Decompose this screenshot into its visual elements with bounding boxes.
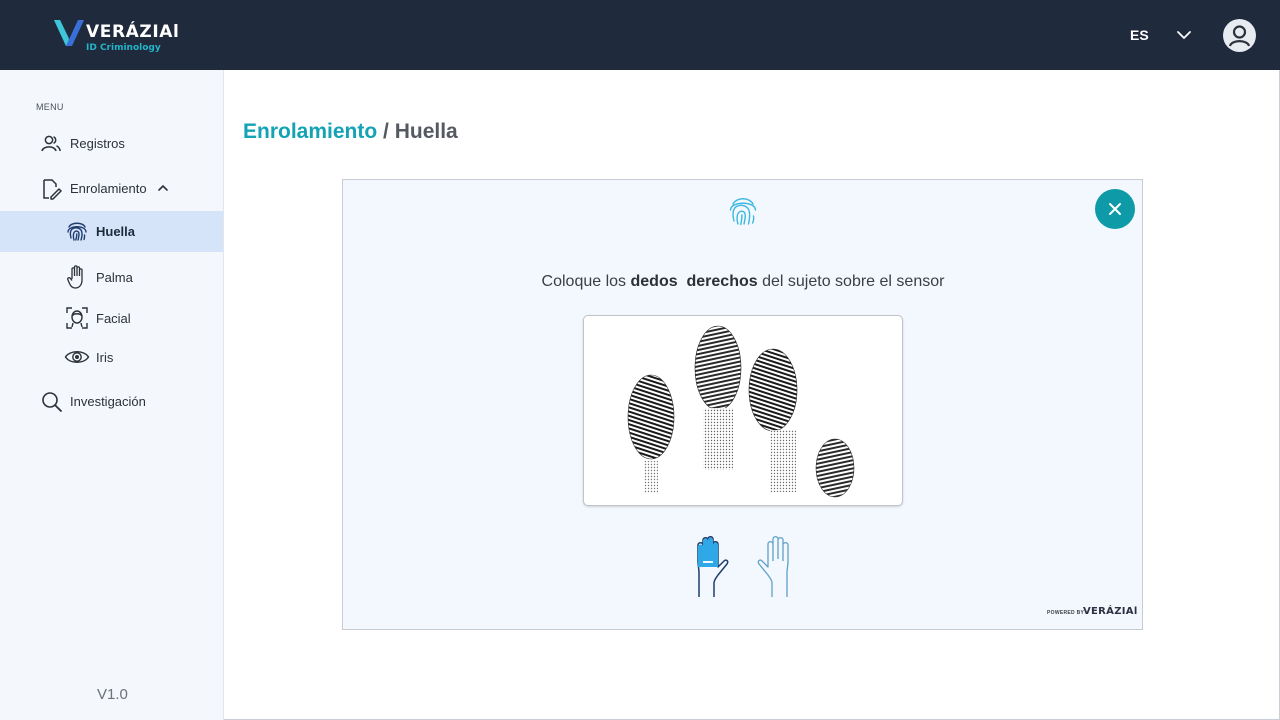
instruction-prefix: Coloque los xyxy=(541,273,627,290)
face-scan-icon xyxy=(66,307,88,329)
capture-panel: Coloque los dedos derechos del sujeto so… xyxy=(342,179,1143,630)
app-version: V1.0 xyxy=(97,686,128,703)
logo-wordmark: VERÁZIAl xyxy=(86,22,180,42)
breadcrumb-enrolamiento[interactable]: Enrolamiento xyxy=(243,120,377,143)
sidebar-item-huella[interactable]: Huella xyxy=(0,211,223,252)
enroll-icon xyxy=(43,179,62,200)
sidebar-item-label: Palma xyxy=(96,270,133,285)
instruction-bold: dedos derechos xyxy=(630,273,758,290)
sidebar-item-registros[interactable]: Registros xyxy=(0,123,223,163)
sidebar-item-label: Facial xyxy=(96,311,131,326)
fingerprint-scan-image xyxy=(627,325,855,498)
top-bar: VERÁZIAl ID Criminology ES xyxy=(0,0,1280,70)
sidebar-item-label: Registros xyxy=(70,136,125,151)
logo-subtitle: ID Criminology xyxy=(86,43,161,53)
instruction-suffix: del sujeto sobre el sensor xyxy=(762,273,945,290)
close-icon xyxy=(1109,203,1121,215)
sidebar-item-label: Enrolamiento xyxy=(70,181,147,196)
hands-indicator-icon xyxy=(697,536,789,597)
fingerprint-scan-preview xyxy=(583,315,903,506)
sidebar: MENU Registros Enrolamiento Huella Palma… xyxy=(0,70,224,720)
sidebar-item-palma[interactable]: Palma xyxy=(0,257,223,297)
close-button[interactable] xyxy=(1095,189,1135,229)
fingerprint-icon xyxy=(67,222,87,241)
breadcrumb: Enrolamiento / Huella xyxy=(243,120,458,144)
capture-instruction: Coloque los dedos derechos del sujeto so… xyxy=(343,273,1143,291)
eye-icon xyxy=(64,351,90,363)
users-icon xyxy=(41,135,61,152)
sidebar-item-label: Investigación xyxy=(70,394,146,409)
sidebar-item-label: Huella xyxy=(96,224,136,239)
search-icon xyxy=(42,392,62,412)
language-selector[interactable]: ES xyxy=(1130,27,1149,43)
menu-label: MENU xyxy=(36,102,64,112)
user-avatar[interactable] xyxy=(1223,19,1256,52)
sidebar-item-facial[interactable]: Facial xyxy=(0,298,223,338)
palm-icon xyxy=(67,265,83,289)
sidebar-item-label: Iris xyxy=(96,350,114,365)
fingerprint-icon xyxy=(729,198,757,226)
logo-v-icon xyxy=(54,20,84,46)
breadcrumb-separator: / xyxy=(383,120,389,143)
chevron-down-icon[interactable] xyxy=(1176,28,1192,42)
user-icon xyxy=(1224,20,1255,51)
sidebar-item-iris[interactable]: Iris xyxy=(0,337,223,377)
sidebar-item-enrolamiento[interactable]: Enrolamiento xyxy=(0,168,223,208)
app-logo[interactable]: VERÁZIAl ID Criminology xyxy=(52,14,179,58)
breadcrumb-current: Huella xyxy=(394,120,458,143)
sidebar-item-investigacion[interactable]: Investigación xyxy=(0,381,223,421)
chevron-up-icon[interactable] xyxy=(157,182,169,194)
powered-by-logo: VERÁZIAl xyxy=(1083,606,1138,617)
powered-by-label: POWERED BY xyxy=(1047,610,1085,616)
